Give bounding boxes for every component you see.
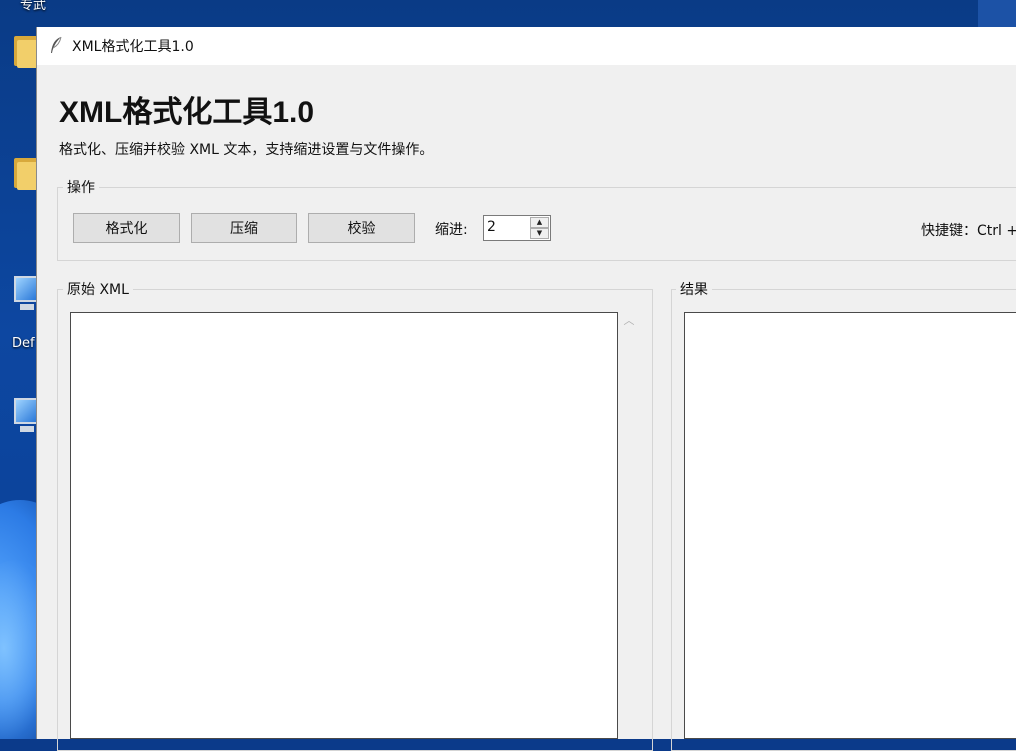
- desktop-region: [978, 0, 1016, 27]
- desktop-icon-label: 专武: [20, 0, 47, 13]
- source-legend: 原始 XML: [63, 279, 133, 299]
- indent-label: 缩进:: [435, 222, 468, 238]
- shortcut-hint: 快捷键：Ctrl +: [921, 223, 1016, 239]
- page-title: XML格式化工具1.0: [59, 96, 315, 129]
- page-subtitle: 格式化、压缩并校验 XML 文本，支持缩进设置与文件操作。: [59, 142, 434, 158]
- desktop-icon-label: Def: [12, 336, 35, 351]
- compress-button[interactable]: 压缩: [191, 213, 297, 243]
- spin-down-icon[interactable]: ▼: [530, 228, 549, 239]
- app-window: XML格式化工具1.0 XML格式化工具1.0 格式化、压缩并校验 XML 文本…: [36, 27, 1016, 751]
- spin-up-icon[interactable]: ▲: [530, 217, 549, 228]
- scroll-up-icon[interactable]: ︿: [621, 313, 637, 329]
- feather-icon: [51, 36, 62, 53]
- window-title: XML格式化工具1.0: [72, 39, 194, 55]
- source-xml-textarea[interactable]: [70, 312, 618, 739]
- result-textarea[interactable]: [684, 312, 1016, 739]
- indent-value[interactable]: 2: [487, 219, 496, 235]
- validate-button[interactable]: 校验: [308, 213, 415, 243]
- operations-legend: 操作: [63, 177, 99, 197]
- indent-spinbox[interactable]: 2 ▲ ▼: [483, 215, 551, 241]
- format-button[interactable]: 格式化: [73, 213, 180, 243]
- window-titlebar[interactable]: XML格式化工具1.0: [37, 27, 1016, 65]
- result-legend: 结果: [676, 279, 712, 299]
